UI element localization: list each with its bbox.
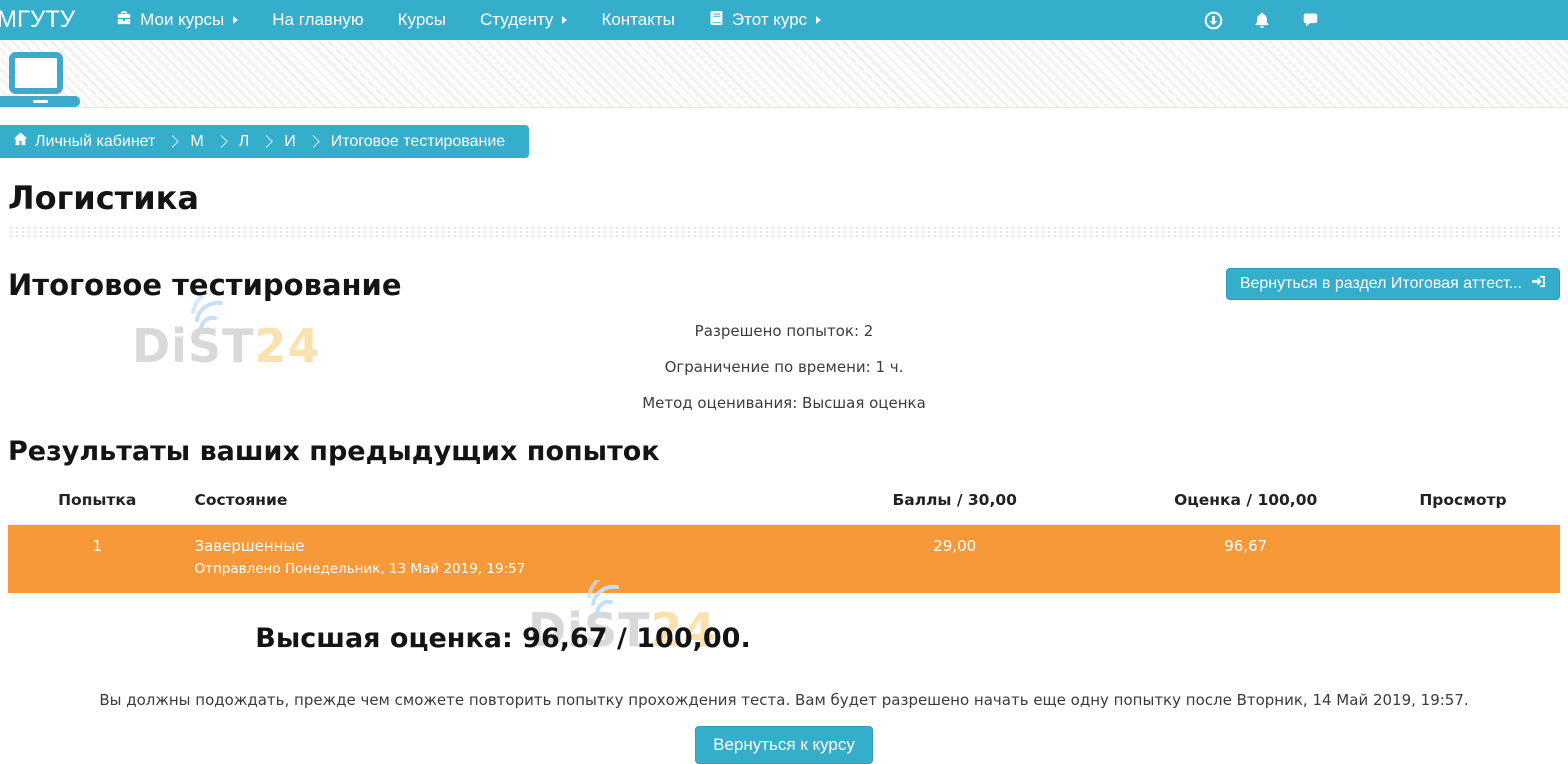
main-content: Логистика Итоговое тестирование Вернутьс… [0,179,1568,764]
final-grade-text: Высшая оценка: 96,67 / 100,00. [255,623,750,654]
dotted-separator [8,226,1560,239]
attempt-grade-cell: 96,67 [1125,525,1366,594]
nav-item-home[interactable]: На главную [255,0,380,40]
wait-message: Вы должны подождать, прежде чем сможете … [8,691,1560,709]
nav-label: Контакты [601,10,674,30]
attempt-review-cell [1366,525,1560,594]
nav-label: Курсы [398,10,446,30]
sign-in-icon [1531,274,1546,294]
nav-item-courses[interactable]: Курсы [381,0,463,40]
home-icon [13,132,28,151]
breadcrumb-item-i[interactable]: И [284,133,296,151]
arrow-down-circle-icon[interactable] [1204,11,1223,30]
nav-label: Этот курс [732,10,807,30]
navbar-right-icons [1204,11,1320,30]
nav-item-my-courses[interactable]: Мои курсы [99,0,255,40]
attempt-state-cell: Завершенные Отправлено Понедельник, 13 М… [186,525,784,594]
chevron-right-icon [307,135,320,148]
table-header-row: Попытка Состояние Баллы / 30,00 Оценка /… [8,479,1560,525]
chevron-right-icon [167,135,180,148]
final-grade: DiST24 Высшая оценка: 96,67 / 100,00. [8,623,998,654]
quiz-info: Разрешено попыток: 2 Ограничение по врем… [8,322,1560,412]
nav-item-this-course[interactable]: Этот курс [692,0,838,40]
chat-icon[interactable] [1301,11,1320,29]
grading-method-line: Метод оценивания: Высшая оценка [8,394,1560,412]
caret-right-icon [233,16,238,24]
attempts-allowed-line: Разрешено попыток: 2 [8,322,1560,340]
nav-label: Студенту [480,10,553,30]
nav-label: На главную [272,10,363,30]
col-header-grade: Оценка / 100,00 [1125,479,1366,525]
breadcrumb-item-l[interactable]: Л [239,133,250,151]
col-header-state: Состояние [186,479,784,525]
col-header-attempt: Попытка [8,479,186,525]
attempt-marks-cell: 29,00 [784,525,1125,594]
results-heading: Результаты ваших предыдущих попыток [8,436,1560,467]
attempt-row: 1 Завершенные Отправлено Понедельник, 13… [8,525,1560,594]
back-to-course-button[interactable]: Вернуться к курсу [695,726,873,764]
header-band [0,40,1568,108]
chevron-right-icon [215,135,228,148]
attempts-table: Попытка Состояние Баллы / 30,00 Оценка /… [8,479,1560,593]
quiz-title: Итоговое тестирование [8,268,402,302]
laptop-logo-icon[interactable] [9,52,80,107]
attempt-number-cell: 1 [8,525,186,594]
breadcrumb-item-m[interactable]: М [190,133,203,151]
caret-right-icon [816,16,821,24]
briefcase-icon [116,10,132,31]
breadcrumb: Личный кабинет М Л И Итоговое тестирован… [0,125,529,158]
chevron-right-icon [260,135,273,148]
top-navbar: МГУТУ Мои курсы На главную Курсы Студент… [0,0,1568,40]
breadcrumb-item-dashboard[interactable]: Личный кабинет [13,132,155,151]
breadcrumb-item-current: Итоговое тестирование [331,133,506,151]
course-title: Логистика [8,179,1560,217]
book-icon [709,10,724,31]
back-to-section-button[interactable]: Вернуться в раздел Итоговая аттест... [1226,268,1560,300]
nav-item-student[interactable]: Студенту [463,0,584,40]
col-header-review: Просмотр [1366,479,1560,525]
bell-icon[interactable] [1253,11,1271,30]
col-header-marks: Баллы / 30,00 [784,479,1125,525]
caret-right-icon [562,16,567,24]
nav-label: Мои курсы [140,10,224,30]
nav-item-contacts[interactable]: Контакты [584,0,691,40]
brand-logo[interactable]: МГУТУ [0,6,99,34]
time-limit-line: Ограничение по времени: 1 ч. [8,358,1560,376]
